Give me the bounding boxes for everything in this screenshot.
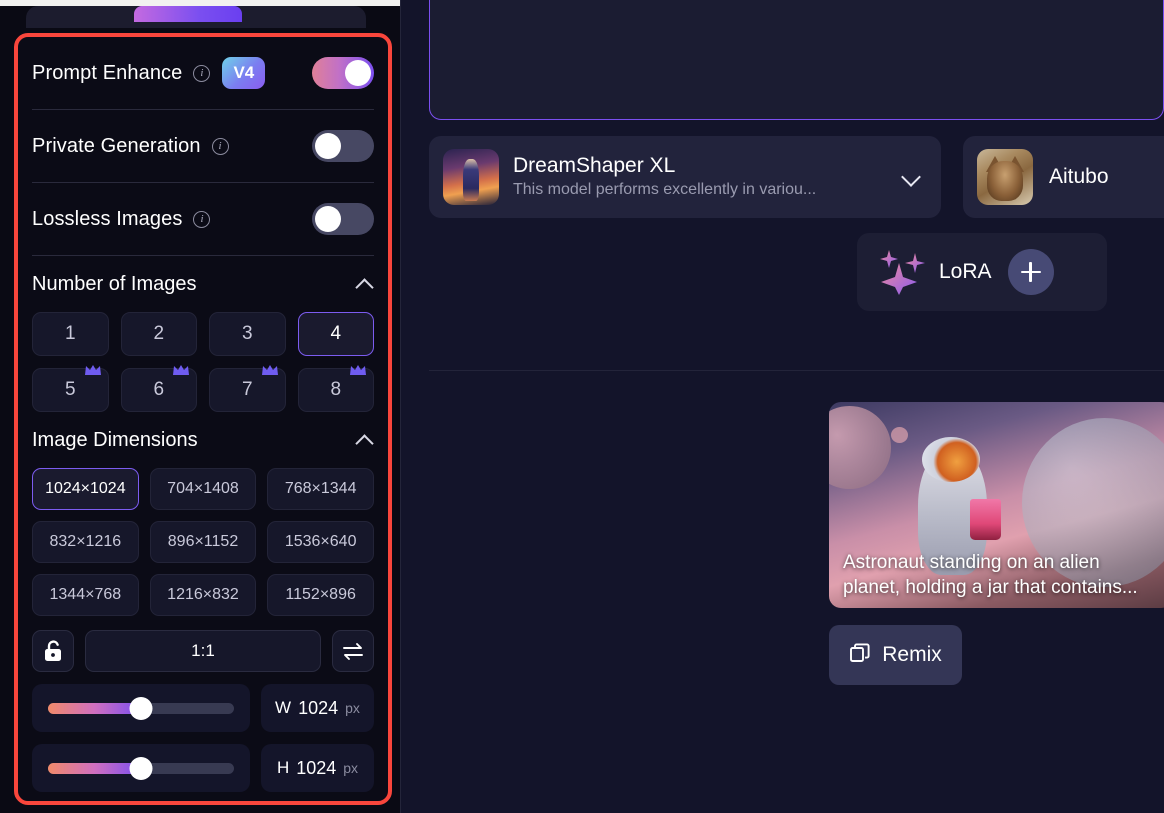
width-value-box[interactable]: W 1024 px (261, 684, 374, 732)
user-name: Aitubo (1049, 165, 1109, 188)
gallery-caption: Astronaut standing on an alien planet, h… (843, 551, 1138, 598)
num-option[interactable]: 8 (297, 365, 374, 412)
model-thumbnail (443, 149, 499, 205)
swap-arrows-icon[interactable] (332, 630, 374, 672)
width-value: 1024 (298, 697, 339, 718)
setting-row-lossless-images[interactable]: Lossless Images i (32, 183, 374, 255)
dimension-option[interactable]: 1344×768 (32, 574, 139, 616)
height-unit: px (343, 760, 359, 776)
setting-row-prompt-enhance[interactable]: Prompt Enhance i V4 (32, 37, 374, 109)
setting-row-private-generation[interactable]: Private Generation i (32, 110, 374, 182)
dimension-option[interactable]: 1216×832 (149, 574, 257, 616)
toggle-switch-private-generation[interactable] (312, 130, 374, 162)
dimension-option[interactable]: 1536×640 (267, 521, 374, 563)
crown-icon (261, 360, 279, 375)
info-icon[interactable]: i (193, 64, 211, 82)
aspect-ratio-row: 1:1 (32, 630, 374, 672)
dimension-option[interactable]: 832×1216 (32, 521, 139, 563)
plus-icon[interactable] (1007, 249, 1054, 295)
height-row: H 1024 px (32, 744, 374, 792)
gallery-card[interactable]: Astronaut standing on an alien planet, h… (829, 402, 1164, 608)
crown-icon (349, 360, 367, 375)
height-value: 1024 (296, 757, 337, 778)
setting-label: Lossless Images (32, 207, 183, 230)
settings-panel: Prompt Enhance i V4 Private Generation i… (14, 33, 392, 805)
section-title: Image Dimensions (32, 428, 198, 451)
chevron-down-icon[interactable] (901, 167, 921, 187)
width-unit: px (345, 700, 360, 716)
image-dimensions-grid: 1024×1024 704×1408 768×1344 832×1216 896… (32, 468, 374, 616)
dimension-option[interactable]: 768×1344 (267, 468, 374, 510)
height-value-box[interactable]: H 1024 px (261, 744, 374, 792)
avatar (977, 149, 1033, 205)
number-of-images-grid-row2: 5 6 7 8 (32, 365, 374, 412)
model-name: DreamShaper XL (513, 154, 676, 178)
num-option[interactable]: 5 (32, 365, 109, 412)
version-badge: V4 (222, 57, 266, 89)
section-title: Number of Images (32, 272, 197, 295)
height-slider[interactable] (32, 744, 250, 792)
lora-label: LoRA (939, 260, 992, 283)
app-root: Type anything you want to generate Dream… (0, 0, 1164, 813)
crown-icon (84, 360, 102, 375)
section-header-image-dimensions[interactable]: Image Dimensions (32, 412, 374, 468)
number-of-images-grid-row1: 1 2 3 4 (32, 312, 374, 356)
main-content: Type anything you want to generate Dream… (401, 0, 1164, 813)
model-selector[interactable]: DreamShaper XL This model performs excel… (429, 136, 941, 218)
toggle-switch-lossless-images[interactable] (312, 203, 374, 235)
aspect-ratio-value[interactable]: 1:1 (85, 630, 321, 672)
setting-label: Private Generation (32, 134, 201, 157)
remix-button[interactable]: Remix (829, 625, 962, 685)
setting-label: Prompt Enhance (32, 61, 183, 84)
num-option[interactable]: 7 (209, 365, 286, 412)
model-description: This model performs excellently in vario… (513, 180, 817, 198)
num-option[interactable]: 6 (120, 365, 197, 412)
width-axis-label: W (275, 698, 292, 717)
num-option[interactable]: 1 (32, 312, 109, 356)
section-header-number-of-images[interactable]: Number of Images (32, 256, 374, 312)
width-slider[interactable] (32, 684, 250, 732)
dimension-option-selected[interactable]: 1024×1024 (32, 468, 139, 510)
info-icon[interactable]: i (193, 210, 211, 228)
user-card[interactable]: Aitubo (963, 136, 1164, 218)
height-axis-label: H (276, 758, 290, 777)
sparkles-icon (879, 249, 933, 295)
chevron-up-icon[interactable] (357, 276, 374, 293)
remix-label: Remix (882, 643, 942, 666)
copy-icon (849, 642, 871, 669)
dimension-option[interactable]: 1152×896 (267, 574, 374, 616)
info-icon[interactable]: i (211, 137, 229, 155)
dimension-option[interactable]: 896×1152 (149, 521, 257, 563)
lora-selector[interactable]: LoRA (857, 233, 1107, 311)
partial-generate-button[interactable] (134, 6, 242, 22)
num-option[interactable]: 2 (120, 312, 197, 356)
width-row: W 1024 px (32, 684, 374, 732)
num-option-selected[interactable]: 4 (297, 312, 374, 356)
toggle-switch-prompt-enhance[interactable] (312, 57, 374, 89)
unlock-icon[interactable] (32, 630, 74, 672)
chevron-up-icon[interactable] (357, 432, 374, 449)
crown-icon (172, 360, 190, 375)
num-option[interactable]: 3 (209, 312, 286, 356)
prompt-textarea[interactable]: Type anything you want to generate (429, 0, 1164, 120)
section-divider (429, 370, 1164, 371)
dimension-option[interactable]: 704×1408 (149, 468, 257, 510)
